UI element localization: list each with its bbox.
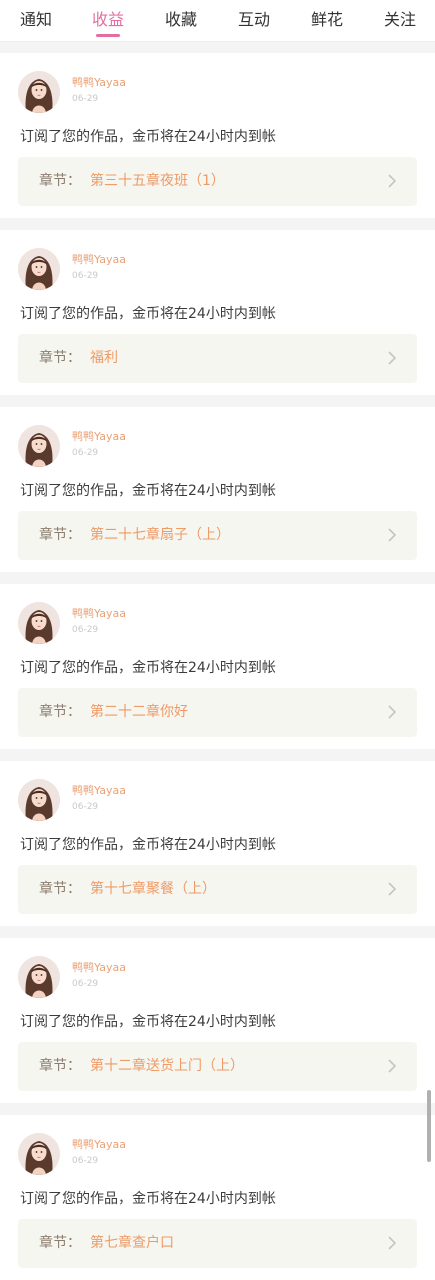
chevron-right-icon <box>388 528 397 542</box>
avatar-image <box>18 956 60 998</box>
message-text: 订阅了您的作品，金币将在24小时内到帐 <box>20 483 276 499</box>
chapter-link[interactable]: 章节： 第二十七章扇子（上） <box>18 511 417 560</box>
date: 06-29 <box>72 625 99 635</box>
chapter-link[interactable]: 章节： 第三十五章夜班（1） <box>18 157 417 206</box>
chevron-right-icon <box>388 1059 397 1073</box>
avatar-image <box>18 602 60 644</box>
date: 06-29 <box>72 1156 99 1166</box>
avatar[interactable] <box>18 1133 60 1175</box>
chapter-label: 章节： <box>39 704 81 720</box>
tab-favorites[interactable]: 收藏 <box>165 8 197 32</box>
avatar-image <box>18 425 60 467</box>
top-tab-bar: 通知 收益 收藏 互动 鲜花 关注 <box>0 0 435 42</box>
avatar-image <box>18 248 60 290</box>
avatar[interactable] <box>18 779 60 821</box>
active-tab-indicator <box>96 34 120 37</box>
avatar[interactable] <box>18 602 60 644</box>
date: 06-29 <box>72 271 99 281</box>
user-name[interactable]: 鸭鸭Yayaa <box>72 784 126 798</box>
tab-interactions[interactable]: 互动 <box>238 8 270 32</box>
avatar[interactable] <box>18 956 60 998</box>
avatar-image <box>18 779 60 821</box>
chapter-link[interactable]: 章节： 第十七章聚餐（上） <box>18 865 417 914</box>
list-item[interactable]: 鸭鸭Yayaa 06-29 订阅了您的作品，金币将在24小时内到帐 章节： 第十… <box>0 938 435 1103</box>
date: 06-29 <box>72 94 99 104</box>
scrollbar[interactable] <box>427 1090 431 1162</box>
chapter-title: 福利 <box>90 350 118 366</box>
user-name[interactable]: 鸭鸭Yayaa <box>72 607 126 621</box>
user-name[interactable]: 鸭鸭Yayaa <box>72 430 126 444</box>
chevron-right-icon <box>388 174 397 188</box>
chapter-label: 章节： <box>39 881 81 897</box>
avatar[interactable] <box>18 425 60 467</box>
chevron-right-icon <box>388 1236 397 1250</box>
date: 06-29 <box>72 802 99 812</box>
chapter-label: 章节： <box>39 1235 81 1251</box>
list-item[interactable]: 鸭鸭Yayaa 06-29 订阅了您的作品，金币将在24小时内到帐 章节： 第三… <box>0 53 435 218</box>
message-text: 订阅了您的作品，金币将在24小时内到帐 <box>20 129 276 145</box>
message-text: 订阅了您的作品，金币将在24小时内到帐 <box>20 660 276 676</box>
avatar[interactable] <box>18 248 60 290</box>
list-item[interactable]: 鸭鸭Yayaa 06-29 订阅了您的作品，金币将在24小时内到帐 章节： 福利 <box>0 230 435 395</box>
user-name[interactable]: 鸭鸭Yayaa <box>72 76 126 90</box>
chapter-link[interactable]: 章节： 第二十二章你好 <box>18 688 417 737</box>
chapter-title: 第十七章聚餐（上） <box>90 881 216 897</box>
avatar-image <box>18 71 60 113</box>
message-text: 订阅了您的作品，金币将在24小时内到帐 <box>20 306 276 322</box>
chevron-right-icon <box>388 705 397 719</box>
chapter-link[interactable]: 章节： 第十二章送货上门（上） <box>18 1042 417 1091</box>
avatar[interactable] <box>18 71 60 113</box>
chapter-title: 第十二章送货上门（上） <box>90 1058 244 1074</box>
avatar-image <box>18 1133 60 1175</box>
chevron-right-icon <box>388 351 397 365</box>
message-text: 订阅了您的作品，金币将在24小时内到帐 <box>20 1191 276 1207</box>
chapter-label: 章节： <box>39 173 81 189</box>
chapter-link[interactable]: 章节： 第七章查户口 <box>18 1219 417 1268</box>
list-item[interactable]: 鸭鸭Yayaa 06-29 订阅了您的作品，金币将在24小时内到帐 章节： 第二… <box>0 407 435 572</box>
message-text: 订阅了您的作品，金币将在24小时内到帐 <box>20 1014 276 1030</box>
date: 06-29 <box>72 448 99 458</box>
date: 06-29 <box>72 979 99 989</box>
chevron-right-icon <box>388 882 397 896</box>
chapter-label: 章节： <box>39 1058 81 1074</box>
chapter-title: 第二十七章扇子（上） <box>90 527 230 543</box>
chapter-title: 第七章查户口 <box>90 1235 174 1251</box>
tab-flowers[interactable]: 鲜花 <box>311 8 343 32</box>
tab-earnings[interactable]: 收益 <box>92 8 124 32</box>
chapter-title: 第二十二章你好 <box>90 704 188 720</box>
list-item[interactable]: 鸭鸭Yayaa 06-29 订阅了您的作品，金币将在24小时内到帐 章节： 第十… <box>0 761 435 926</box>
chapter-title: 第三十五章夜班（1） <box>90 173 225 189</box>
tab-follows[interactable]: 关注 <box>384 8 416 32</box>
message-text: 订阅了您的作品，金币将在24小时内到帐 <box>20 837 276 853</box>
tab-notifications[interactable]: 通知 <box>20 8 52 32</box>
chapter-label: 章节： <box>39 527 81 543</box>
user-name[interactable]: 鸭鸭Yayaa <box>72 961 126 975</box>
list-item[interactable]: 鸭鸭Yayaa 06-29 订阅了您的作品，金币将在24小时内到帐 章节： 第七… <box>0 1115 435 1280</box>
user-name[interactable]: 鸭鸭Yayaa <box>72 253 126 267</box>
list-item[interactable]: 鸭鸭Yayaa 06-29 订阅了您的作品，金币将在24小时内到帐 章节： 第二… <box>0 584 435 749</box>
user-name[interactable]: 鸭鸭Yayaa <box>72 1138 126 1152</box>
chapter-label: 章节： <box>39 350 81 366</box>
chapter-link[interactable]: 章节： 福利 <box>18 334 417 383</box>
